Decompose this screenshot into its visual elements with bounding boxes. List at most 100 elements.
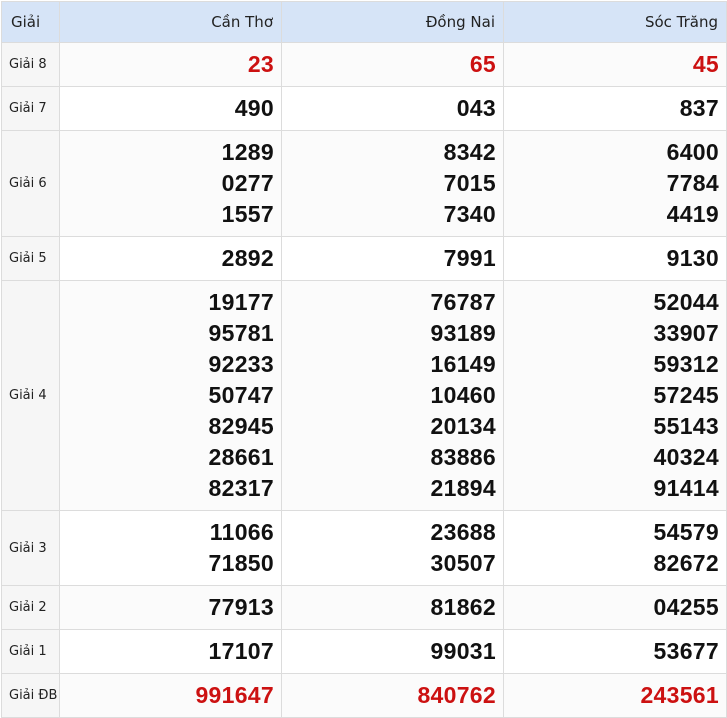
result-number: 82317 xyxy=(208,475,274,501)
result-number: 043 xyxy=(456,95,496,121)
result-cell-dong-nai: 7991 xyxy=(281,236,504,281)
result-number: 17107 xyxy=(208,638,274,664)
prize-label: Giải ĐB xyxy=(1,673,60,718)
result-cell-can-tho: 1289 0277 1557 xyxy=(59,130,282,237)
result-cell-dong-nai: 8342 7015 7340 xyxy=(281,130,504,237)
table-header-row: Giải Cần Thơ Đồng Nai Sóc Trăng xyxy=(1,1,727,43)
result-cell-can-tho: 77913 xyxy=(59,585,282,630)
result-number: 04255 xyxy=(653,594,719,620)
result-number: 20134 xyxy=(430,413,496,439)
result-number: 23688 xyxy=(430,519,496,545)
table-row: Giải 5 2892 7991 9130 xyxy=(1,236,727,281)
result-number: 16149 xyxy=(430,351,496,377)
table-row: Giải 1 17107 99031 53677 xyxy=(1,629,727,674)
prize-label: Giải 2 xyxy=(1,585,60,630)
prize-column-header: Giải xyxy=(1,1,60,43)
table-row: Giải 8 23 65 45 xyxy=(1,42,727,87)
result-cell-can-tho: 19177 95781 92233 50747 82945 28661 82317 xyxy=(59,280,282,511)
result-number: 243561 xyxy=(640,682,719,708)
result-number: 76787 xyxy=(430,289,496,315)
result-number: 45 xyxy=(692,51,719,77)
result-number: 21894 xyxy=(430,475,496,501)
result-number: 490 xyxy=(234,95,274,121)
result-cell-can-tho: 490 xyxy=(59,86,282,131)
result-number: 9130 xyxy=(666,245,719,271)
result-number: 53677 xyxy=(653,638,719,664)
prize-label: Giải 3 xyxy=(1,510,60,586)
result-number: 7991 xyxy=(443,245,496,271)
result-number: 59312 xyxy=(653,351,719,377)
result-number: 2892 xyxy=(221,245,274,271)
result-cell-soc-trang: 6400 7784 4419 xyxy=(503,130,727,237)
result-number: 65 xyxy=(469,51,496,77)
result-number: 33907 xyxy=(653,320,719,346)
result-cell-soc-trang: 54579 82672 xyxy=(503,510,727,586)
prize-label: Giải 5 xyxy=(1,236,60,281)
result-cell-soc-trang: 243561 xyxy=(503,673,727,718)
result-number: 50747 xyxy=(208,382,274,408)
result-cell-dong-nai: 81862 xyxy=(281,585,504,630)
result-cell-soc-trang: 837 xyxy=(503,86,727,131)
result-number: 93189 xyxy=(430,320,496,346)
prize-label: Giải 6 xyxy=(1,130,60,237)
result-number: 7784 xyxy=(666,170,719,196)
result-number: 8342 xyxy=(443,139,496,165)
table-row: Giải 3 11066 71850 23688 30507 54579 82672 xyxy=(1,510,727,586)
results-body: Giải 8 23 65 45 Giải 7 490 043 837 Giải 6 1289 027… xyxy=(1,42,727,718)
result-number: 30507 xyxy=(430,550,496,576)
result-cell-soc-trang: 53677 xyxy=(503,629,727,674)
result-number: 55143 xyxy=(653,413,719,439)
prize-label: Giải 8 xyxy=(1,42,60,87)
result-number: 0277 xyxy=(221,170,274,196)
result-number: 91414 xyxy=(653,475,719,501)
result-number: 11066 xyxy=(209,519,274,545)
result-cell-dong-nai: 65 xyxy=(281,42,504,87)
result-number: 82945 xyxy=(208,413,274,439)
province-header-soc-trang[interactable]: Sóc Trăng xyxy=(503,1,727,43)
result-number: 57245 xyxy=(653,382,719,408)
result-cell-soc-trang: 52044 33907 59312 57245 55143 40324 91414 xyxy=(503,280,727,511)
table-row: Giải ĐB 991647 840762 243561 xyxy=(1,673,727,718)
result-number: 840762 xyxy=(417,682,496,708)
result-cell-dong-nai: 043 xyxy=(281,86,504,131)
table-row: Giải 2 77913 81862 04255 xyxy=(1,585,727,630)
result-number: 28661 xyxy=(208,444,274,470)
table-row: Giải 7 490 043 837 xyxy=(1,86,727,131)
result-number: 81862 xyxy=(430,594,496,620)
result-cell-can-tho: 11066 71850 xyxy=(59,510,282,586)
result-number: 837 xyxy=(679,95,719,121)
result-number: 19177 xyxy=(208,289,274,315)
lottery-results-table: Giải Cần Thơ Đồng Nai Sóc Trăng Giải 8 23… xyxy=(1,1,727,718)
result-number: 52044 xyxy=(653,289,719,315)
result-cell-soc-trang: 45 xyxy=(503,42,727,87)
province-header-dong-nai[interactable]: Đồng Nai xyxy=(281,1,504,43)
result-cell-dong-nai: 99031 xyxy=(281,629,504,674)
result-number: 1289 xyxy=(221,139,274,165)
prize-label: Giải 7 xyxy=(1,86,60,131)
result-number: 95781 xyxy=(208,320,274,346)
table-row: Giải 6 1289 0277 1557 8342 7015 7340 6400 7784 44… xyxy=(1,130,727,237)
result-number: 10460 xyxy=(430,382,496,408)
result-cell-soc-trang: 9130 xyxy=(503,236,727,281)
table-row: Giải 4 19177 95781 92233 50747 82945 28661 8231… xyxy=(1,280,727,511)
result-number: 7340 xyxy=(443,201,496,227)
result-cell-dong-nai: 23688 30507 xyxy=(281,510,504,586)
result-number: 83886 xyxy=(430,444,496,470)
result-number: 92233 xyxy=(208,351,274,377)
result-cell-soc-trang: 04255 xyxy=(503,585,727,630)
result-number: 40324 xyxy=(653,444,719,470)
result-number: 77913 xyxy=(208,594,274,620)
result-number: 82672 xyxy=(653,550,719,576)
result-number: 71850 xyxy=(208,550,274,576)
result-number: 4419 xyxy=(666,201,719,227)
result-cell-can-tho: 991647 xyxy=(59,673,282,718)
province-header-can-tho[interactable]: Cần Thơ xyxy=(59,1,282,43)
result-number: 23 xyxy=(247,51,274,77)
result-cell-dong-nai: 76787 93189 16149 10460 20134 83886 21894 xyxy=(281,280,504,511)
result-number: 1557 xyxy=(221,201,274,227)
result-cell-dong-nai: 840762 xyxy=(281,673,504,718)
result-number: 99031 xyxy=(430,638,496,664)
result-number: 54579 xyxy=(653,519,719,545)
result-cell-can-tho: 17107 xyxy=(59,629,282,674)
result-number: 7015 xyxy=(443,170,496,196)
